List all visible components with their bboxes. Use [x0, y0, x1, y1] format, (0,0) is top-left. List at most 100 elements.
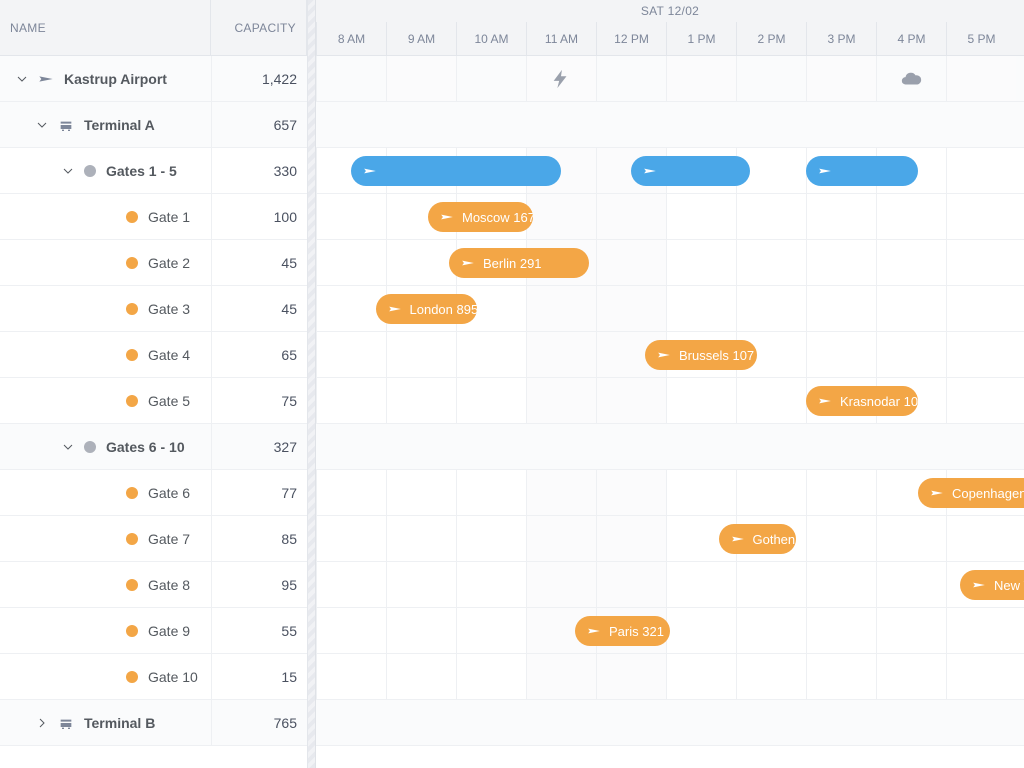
event-bar[interactable]: London 895 [376, 294, 478, 324]
storm-icon [549, 68, 573, 90]
timeline-row-g1-5[interactable] [316, 148, 1024, 194]
zone-dot-icon [84, 165, 96, 177]
event-bar[interactable]: Paris 321 [575, 616, 670, 646]
event-label: Krasnodar 101 [840, 394, 918, 409]
event-bar[interactable]: New York [960, 570, 1024, 600]
row-capacity: 45 [211, 240, 307, 285]
timeline-row-termA[interactable] [316, 102, 1024, 148]
gate-dot-icon [126, 257, 138, 269]
plane-icon [657, 348, 671, 362]
timeline-row-termB[interactable] [316, 700, 1024, 746]
plane-icon [972, 578, 986, 592]
timeline-row-gate7[interactable]: Gothen [316, 516, 1024, 562]
event-bar[interactable]: Brussels 107 [645, 340, 757, 370]
gate-dot-icon [126, 487, 138, 499]
gate-dot-icon [126, 395, 138, 407]
zone-dot-icon [84, 441, 96, 453]
tree-header: NAME CAPACITY [0, 0, 307, 56]
row-title: Gate 8 [148, 577, 190, 593]
timeline-row-gate1[interactable]: Moscow 167 [316, 194, 1024, 240]
tree-row-gate1[interactable]: Gate 1100 [0, 194, 307, 240]
row-title: Gate 5 [148, 393, 190, 409]
event-label: Gothen [753, 532, 796, 547]
tree-row-g6-10[interactable]: Gates 6 - 10327 [0, 424, 307, 470]
timeline-hour: 9 AM [386, 22, 456, 56]
timeline-date: SAT 12/02 [316, 0, 1024, 22]
tree-row-gate8[interactable]: Gate 895 [0, 562, 307, 608]
timeline-rows[interactable]: Moscow 167 Berlin 291 London 895 Brussels 1… [316, 56, 1024, 768]
gate-dot-icon [126, 533, 138, 545]
tree-row-gate4[interactable]: Gate 465 [0, 332, 307, 378]
timeline-hours: 8 AM9 AM10 AM11 AM12 PM1 PM2 PM3 PM4 PM5… [316, 22, 1024, 56]
chevron-down-icon[interactable] [62, 441, 74, 453]
plane-icon [731, 532, 745, 546]
event-bar[interactable]: Krasnodar 101 [806, 386, 918, 416]
gate-dot-icon [126, 211, 138, 223]
row-title: Gate 4 [148, 347, 190, 363]
tree-row-termA[interactable]: Terminal A657 [0, 102, 307, 148]
tree-row-gate7[interactable]: Gate 785 [0, 516, 307, 562]
plane-icon [440, 210, 454, 224]
timeline-row-gate9[interactable]: Paris 321 [316, 608, 1024, 654]
gate-dot-icon [126, 579, 138, 591]
plane-icon [363, 164, 377, 178]
tree-row-gate3[interactable]: Gate 345 [0, 286, 307, 332]
event-bar[interactable] [631, 156, 750, 186]
timeline-hour: 11 AM [526, 22, 596, 56]
row-title: Kastrup Airport [64, 71, 167, 87]
tree-row-termB[interactable]: Terminal B765 [0, 700, 307, 746]
timeline-row-gate8[interactable]: New York [316, 562, 1024, 608]
event-bar[interactable] [351, 156, 561, 186]
tree-row-gate6[interactable]: Gate 677 [0, 470, 307, 516]
airport-icon [38, 71, 54, 87]
tree-row-gate2[interactable]: Gate 2 45 [0, 240, 307, 286]
chevron-down-icon[interactable] [16, 73, 28, 85]
row-capacity: 77 [211, 470, 307, 515]
chevron-down-icon[interactable] [36, 119, 48, 131]
event-label: New York [994, 578, 1024, 593]
timeline-hour: 8 AM [316, 22, 386, 56]
gate-dot-icon [126, 303, 138, 315]
timeline-row-g6-10[interactable] [316, 424, 1024, 470]
cloud-icon [899, 68, 923, 90]
row-title: Gates 1 - 5 [106, 163, 177, 179]
timeline-row-gate2[interactable]: Berlin 291 [316, 240, 1024, 286]
plane-icon [818, 394, 832, 408]
chevron-down-icon[interactable] [62, 165, 74, 177]
gate-dot-icon [126, 349, 138, 361]
row-title: Gate 1 [148, 209, 190, 225]
timeline-row-gate6[interactable]: Copenhagen 111 [316, 470, 1024, 516]
event-label: London 895 [410, 302, 478, 317]
row-capacity: 1,422 [211, 56, 307, 101]
plane-icon [587, 624, 601, 638]
tree-row-airport[interactable]: Kastrup Airport 1,422 [0, 56, 307, 102]
row-title: Gate 2 [148, 255, 190, 271]
row-title: Terminal A [84, 117, 155, 133]
row-title: Gate 7 [148, 531, 190, 547]
timeline-row-gate4[interactable]: Brussels 107 [316, 332, 1024, 378]
tree-row-g1-5[interactable]: Gates 1 - 5330 [0, 148, 307, 194]
tree-row-gate5[interactable]: Gate 575 [0, 378, 307, 424]
timeline-hour: 1 PM [666, 22, 736, 56]
timeline-hour: 3 PM [806, 22, 876, 56]
tree-row-gate10[interactable]: Gate 1015 [0, 654, 307, 700]
event-bar[interactable]: Moscow 167 [428, 202, 533, 232]
event-bar[interactable] [806, 156, 918, 186]
timeline-header: SAT 12/02 8 AM9 AM10 AM11 AM12 PM1 PM2 P… [316, 0, 1024, 56]
timeline-row-gate5[interactable]: Krasnodar 101 [316, 378, 1024, 424]
splitter-handle[interactable] [308, 0, 316, 768]
timeline-row-gate3[interactable]: London 895 [316, 286, 1024, 332]
event-bar[interactable]: Copenhagen 111 [918, 478, 1024, 508]
column-capacity[interactable]: CAPACITY [211, 0, 307, 55]
terminal-icon [58, 715, 74, 731]
timeline-row-gate10[interactable] [316, 654, 1024, 700]
row-capacity: 55 [211, 608, 307, 653]
event-bar[interactable]: Gothen [719, 524, 796, 554]
event-bar[interactable]: Berlin 291 [449, 248, 589, 278]
tree-row-gate9[interactable]: Gate 955 [0, 608, 307, 654]
tree-panel: NAME CAPACITY Kastrup Airport1,422Termin… [0, 0, 308, 768]
row-title: Gates 6 - 10 [106, 439, 185, 455]
column-name[interactable]: NAME [0, 0, 211, 55]
chevron-right-icon[interactable] [36, 717, 48, 729]
tree-body: Kastrup Airport1,422Terminal A657Gates 1… [0, 56, 307, 768]
